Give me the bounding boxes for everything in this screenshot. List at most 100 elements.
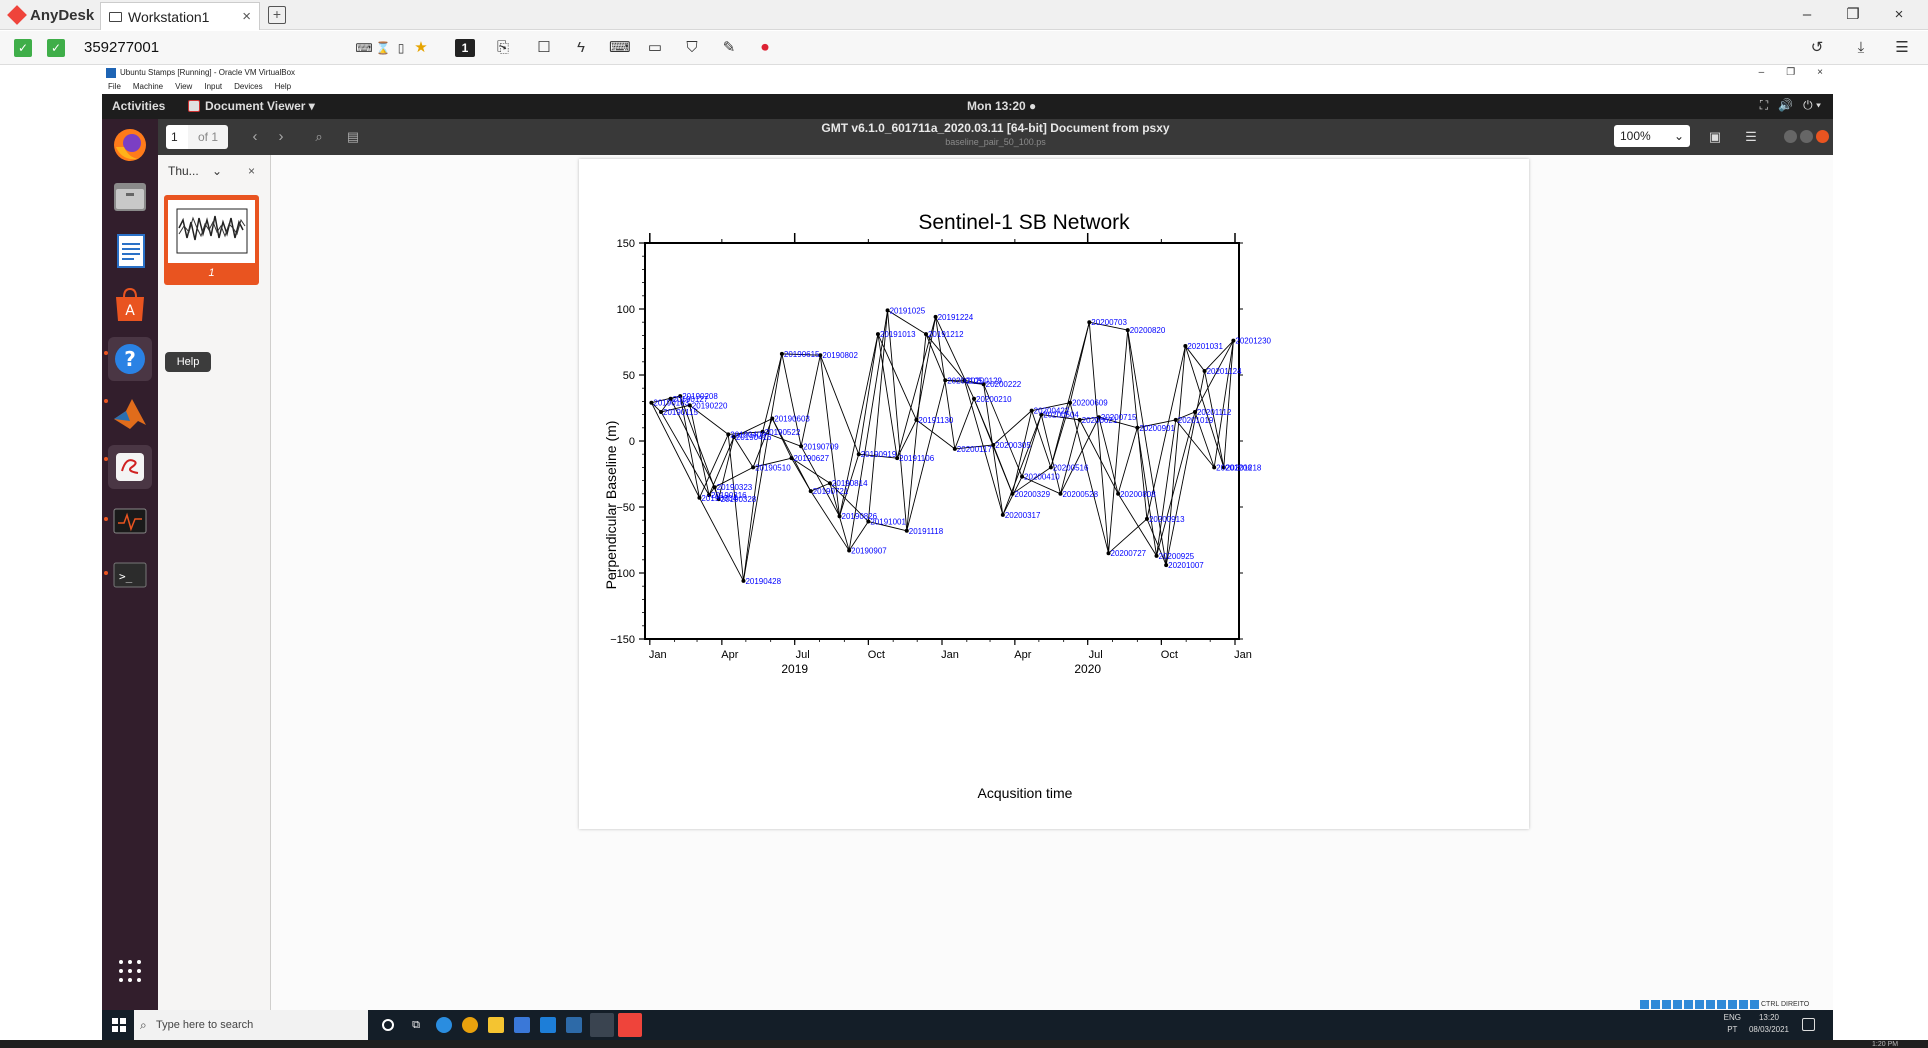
menu-file[interactable]: File [108, 80, 121, 94]
vbox-close-button[interactable]: × [1817, 66, 1823, 80]
new-tab-button[interactable]: + [268, 6, 286, 24]
mail-icon[interactable] [540, 1017, 556, 1033]
virtualbox-icon [106, 68, 116, 78]
menu-machine[interactable]: Machine [133, 80, 163, 94]
usb-status-icon[interactable] [1684, 999, 1693, 1009]
acquisition-date-label: 20200925 [1159, 552, 1195, 561]
mouse-integration-status-icon[interactable] [1739, 999, 1748, 1009]
keyboard-lock-icon[interactable]: ⌨ [355, 39, 373, 57]
acquisition-date-label: 20190615 [784, 350, 820, 359]
baseline-pair-line [896, 419, 917, 459]
windows-start-icon[interactable] [112, 1018, 126, 1032]
acquisition-date-label: 20201230 [1235, 337, 1271, 346]
x-tick-label: Jan [941, 649, 959, 661]
tab-workstation1[interactable]: Workstation1 × [100, 2, 260, 30]
file-transfer-icon[interactable]: ⎘ [494, 39, 512, 57]
ev-close-button[interactable] [1816, 130, 1829, 143]
baseline-pair-line [1098, 417, 1119, 494]
restore-button[interactable]: ❐ [1830, 0, 1876, 30]
firefox-icon[interactable] [108, 123, 152, 167]
show-apps-icon[interactable] [108, 949, 152, 993]
notifications-icon[interactable] [1802, 1018, 1815, 1031]
zoom-selector[interactable]: 100% ⌄ [1614, 125, 1690, 147]
cpu-status-icon[interactable] [1728, 999, 1737, 1009]
vbox-minimize-button[interactable]: – [1759, 66, 1765, 80]
close-button[interactable]: × [1876, 0, 1922, 30]
page-thumbnail[interactable]: 1 [164, 195, 259, 285]
document-viewer-icon[interactable] [108, 445, 152, 489]
menu-icon[interactable]: ☰ [1742, 128, 1760, 146]
sidebar-mode-selector[interactable]: Thu... ⌄ [164, 159, 234, 183]
y-tick-label: 50 [623, 370, 635, 382]
hourglass-icon[interactable]: ⌛ [374, 39, 392, 57]
save-icon[interactable]: ▣ [1706, 128, 1724, 146]
network-status-icon[interactable] [1673, 999, 1682, 1009]
menu-view[interactable]: View [175, 80, 192, 94]
keyboard-status-icon[interactable] [1750, 999, 1759, 1009]
windows-search-box[interactable]: ⌕ Type here to search [134, 1010, 368, 1040]
menu-help[interactable]: Help [275, 80, 291, 94]
permissions-shield-icon[interactable]: ⛉ [683, 39, 701, 57]
language-indicator[interactable]: ENG PT [1724, 1012, 1741, 1036]
tab-close-icon[interactable]: × [242, 8, 251, 25]
keyboard-icon[interactable]: ⌨ [609, 39, 631, 57]
minimize-button[interactable]: – [1784, 0, 1830, 30]
ev-minimize-button[interactable] [1784, 130, 1797, 143]
acquisition-date-label: 20200528 [1062, 490, 1098, 499]
help-icon[interactable]: ? [108, 337, 152, 381]
anydesk-taskbar-icon[interactable] [618, 1013, 642, 1037]
shared-folder-status-icon[interactable] [1695, 999, 1704, 1009]
ev-maximize-button[interactable] [1800, 130, 1813, 143]
hamburger-menu-icon[interactable]: ☰ [1893, 39, 1911, 57]
display-icon[interactable]: ▭ [646, 39, 664, 57]
vbox-restore-button[interactable]: ❐ [1786, 66, 1795, 80]
favorite-star-icon[interactable]: ★ [412, 39, 430, 57]
software-icon[interactable]: A [108, 283, 152, 327]
history-icon[interactable]: ↺ [1808, 39, 1826, 57]
activities-button[interactable]: Activities [112, 99, 165, 113]
anydesk-tab-bar: AnyDesk Workstation1 × + – ❐ × [0, 0, 1928, 30]
downloads-icon[interactable]: ⤓ [1852, 39, 1870, 57]
hdd-status-icon[interactable] [1640, 999, 1649, 1009]
writer-icon[interactable] [108, 229, 152, 273]
chrome-icon[interactable] [462, 1017, 478, 1033]
task-view-icon[interactable]: ⧉ [408, 1017, 424, 1033]
clock[interactable]: Mon 13:20 ● [967, 99, 1036, 113]
cortana-icon[interactable] [382, 1019, 394, 1031]
document-page[interactable]: Sentinel-1 SB Network Acqusition time Pe… [579, 159, 1529, 829]
menu-devices[interactable]: Devices [234, 80, 262, 94]
status-area[interactable]: ⛶ 🔊 ⏻ ▾ [1760, 98, 1821, 113]
edge-icon[interactable] [436, 1017, 452, 1033]
sidebar-close-icon[interactable]: × [248, 159, 255, 183]
actions-lightning-icon[interactable]: ϟ [572, 39, 590, 57]
clock-tray[interactable]: 13:20 08/03/2021 [1749, 1012, 1789, 1036]
mouse-icon[interactable]: ▯ [392, 39, 410, 57]
virtualbox-vm-taskbar-icon[interactable] [590, 1013, 614, 1037]
file-explorer-icon[interactable] [488, 1017, 504, 1033]
audio-status-icon[interactable] [1662, 999, 1671, 1009]
terminal-icon[interactable]: >_ [108, 553, 152, 597]
store-icon[interactable] [514, 1017, 530, 1033]
tray-date: 08/03/2021 [1748, 1025, 1789, 1034]
chat-icon[interactable]: ☐ [535, 39, 553, 57]
verified-icon[interactable]: ✓ [47, 39, 65, 57]
record-session-icon[interactable]: ⏺ [756, 39, 774, 57]
language-bottom: PT [1727, 1025, 1738, 1034]
optical-status-icon[interactable] [1651, 999, 1660, 1009]
whiteboard-pen-icon[interactable]: ✎ [720, 39, 738, 57]
system-monitor-icon[interactable] [108, 499, 152, 543]
x-tick-label: Apr [1014, 649, 1031, 661]
baseline-pair-line [1040, 414, 1061, 494]
virtualbox-taskbar-icon[interactable] [566, 1017, 582, 1033]
menu-input[interactable]: Input [204, 80, 222, 94]
remote-address-field[interactable]: 359277001 [76, 36, 356, 60]
connection-status-icon[interactable]: ✓ [14, 39, 32, 57]
recording-status-icon[interactable] [1717, 999, 1726, 1009]
search-icon: ⌕ [140, 1018, 147, 1032]
display-status-icon[interactable] [1706, 999, 1715, 1009]
files-icon[interactable] [108, 175, 152, 219]
app-menu[interactable]: Document Viewer ▾ [188, 99, 315, 113]
baseline-pair-line [743, 431, 764, 581]
matlab-icon[interactable] [108, 391, 152, 435]
display-selector-button[interactable]: 1 [455, 39, 475, 57]
